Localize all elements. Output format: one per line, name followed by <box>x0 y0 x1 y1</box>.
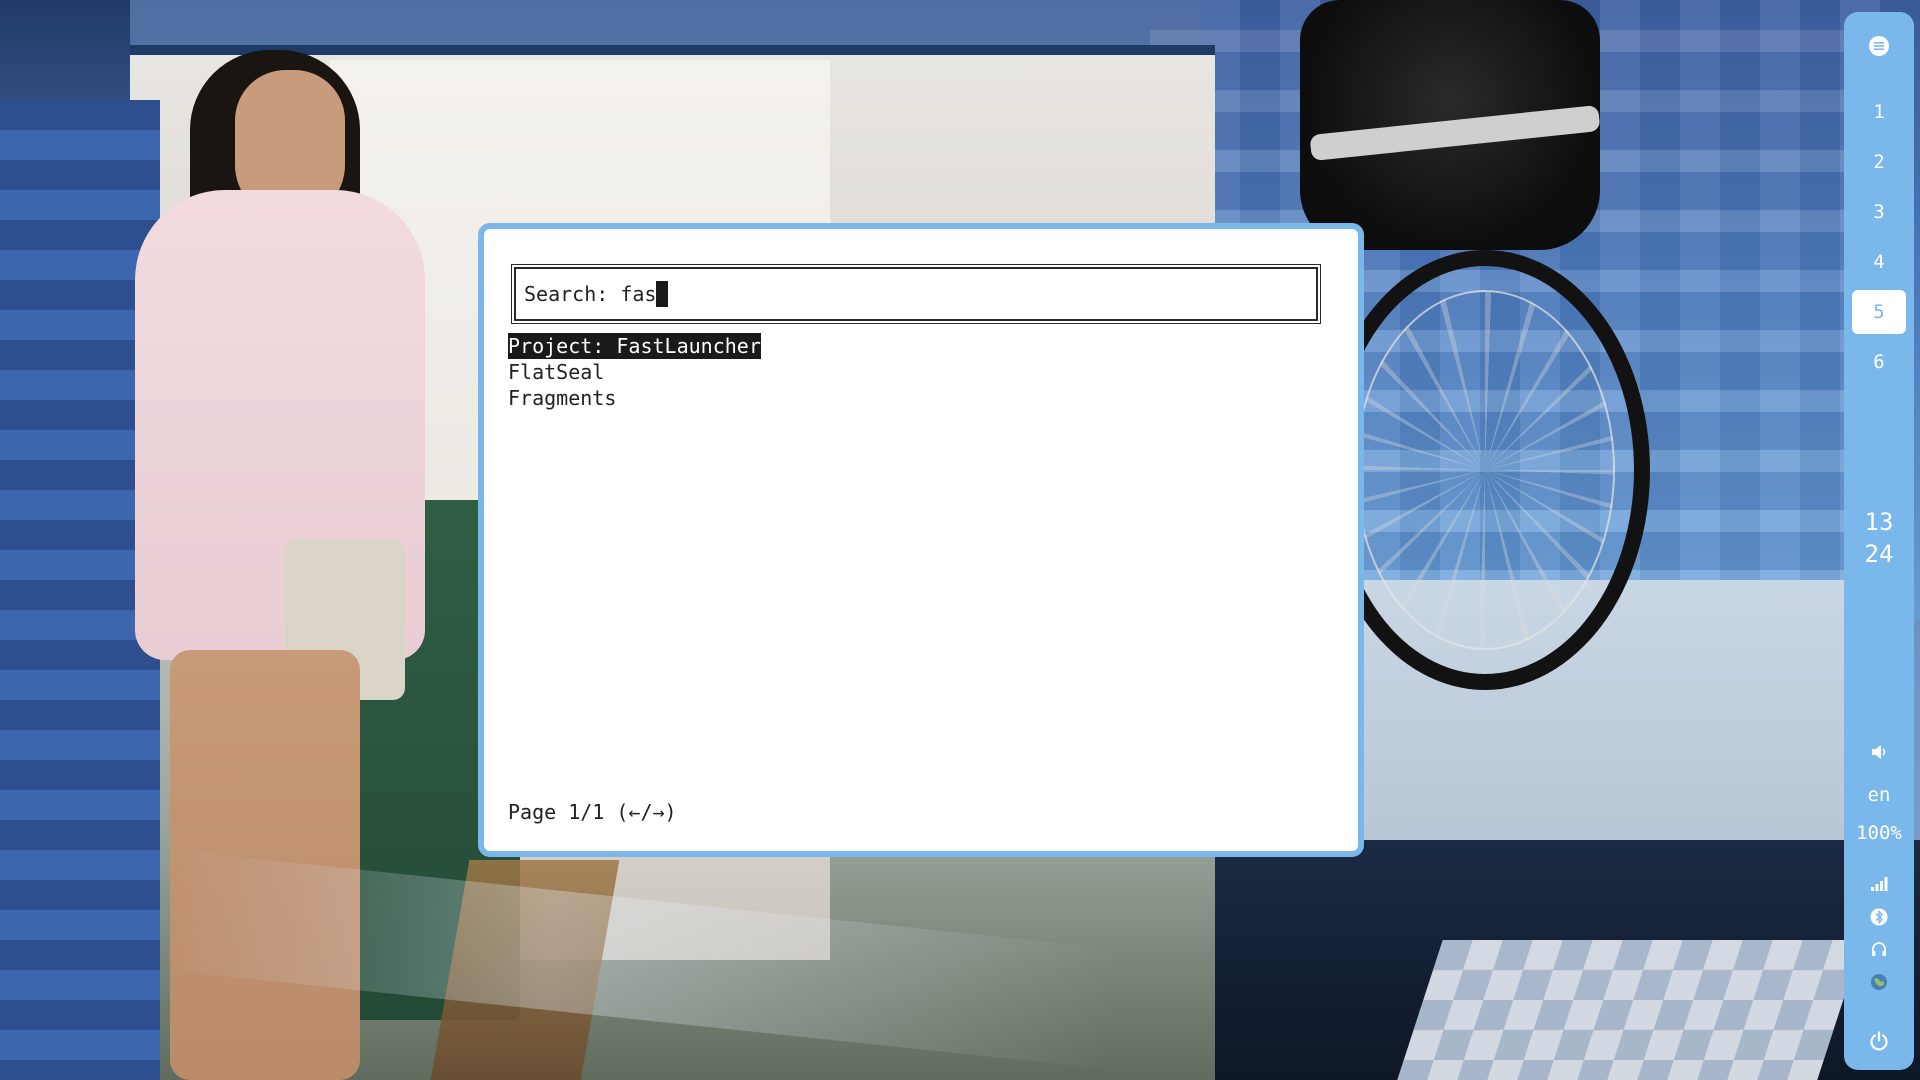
menu-icon[interactable] <box>1844 34 1914 62</box>
clock-minute: 24 <box>1864 540 1894 568</box>
app-launcher-window: Search: fas Project: FastLauncher FlatSe… <box>478 223 1364 857</box>
workspace-4[interactable]: 4 <box>1852 240 1906 284</box>
bluetooth-icon[interactable] <box>1844 907 1914 929</box>
clock-hour: 13 <box>1864 508 1894 536</box>
power-icon[interactable] <box>1844 1030 1914 1056</box>
text-cursor <box>656 281 669 307</box>
page-indicator: Page 1/1 (←/→) <box>508 800 677 824</box>
volume-icon[interactable] <box>1844 742 1914 766</box>
status-bar: 1 2 3 4 5 6 13 24 en 100% <box>1844 12 1914 1070</box>
signal-icon[interactable] <box>1844 876 1914 896</box>
result-item-fragments[interactable]: Fragments <box>508 385 761 411</box>
workspace-3[interactable]: 3 <box>1852 190 1906 234</box>
workspace-2[interactable]: 2 <box>1852 140 1906 184</box>
results-list: Project: FastLauncher FlatSeal Fragments <box>508 333 761 411</box>
result-item-flatseal[interactable]: FlatSeal <box>508 359 761 385</box>
workspace-6[interactable]: 6 <box>1852 340 1906 384</box>
brightness-level[interactable]: 100% <box>1844 822 1914 844</box>
headphone-icon[interactable] <box>1844 940 1914 962</box>
workspace-5[interactable]: 5 <box>1852 290 1906 334</box>
desktop: Search: fas Project: FastLauncher FlatSe… <box>0 0 1920 1080</box>
search-prefix: Search: <box>524 282 621 306</box>
result-item-fastlauncher[interactable]: Project: FastLauncher <box>508 333 761 359</box>
workspace-1[interactable]: 1 <box>1852 90 1906 134</box>
search-query: fas <box>620 282 657 306</box>
keyboard-layout[interactable]: en <box>1844 784 1914 806</box>
globe-icon[interactable] <box>1844 973 1914 995</box>
search-input[interactable]: Search: fas <box>511 264 1321 324</box>
